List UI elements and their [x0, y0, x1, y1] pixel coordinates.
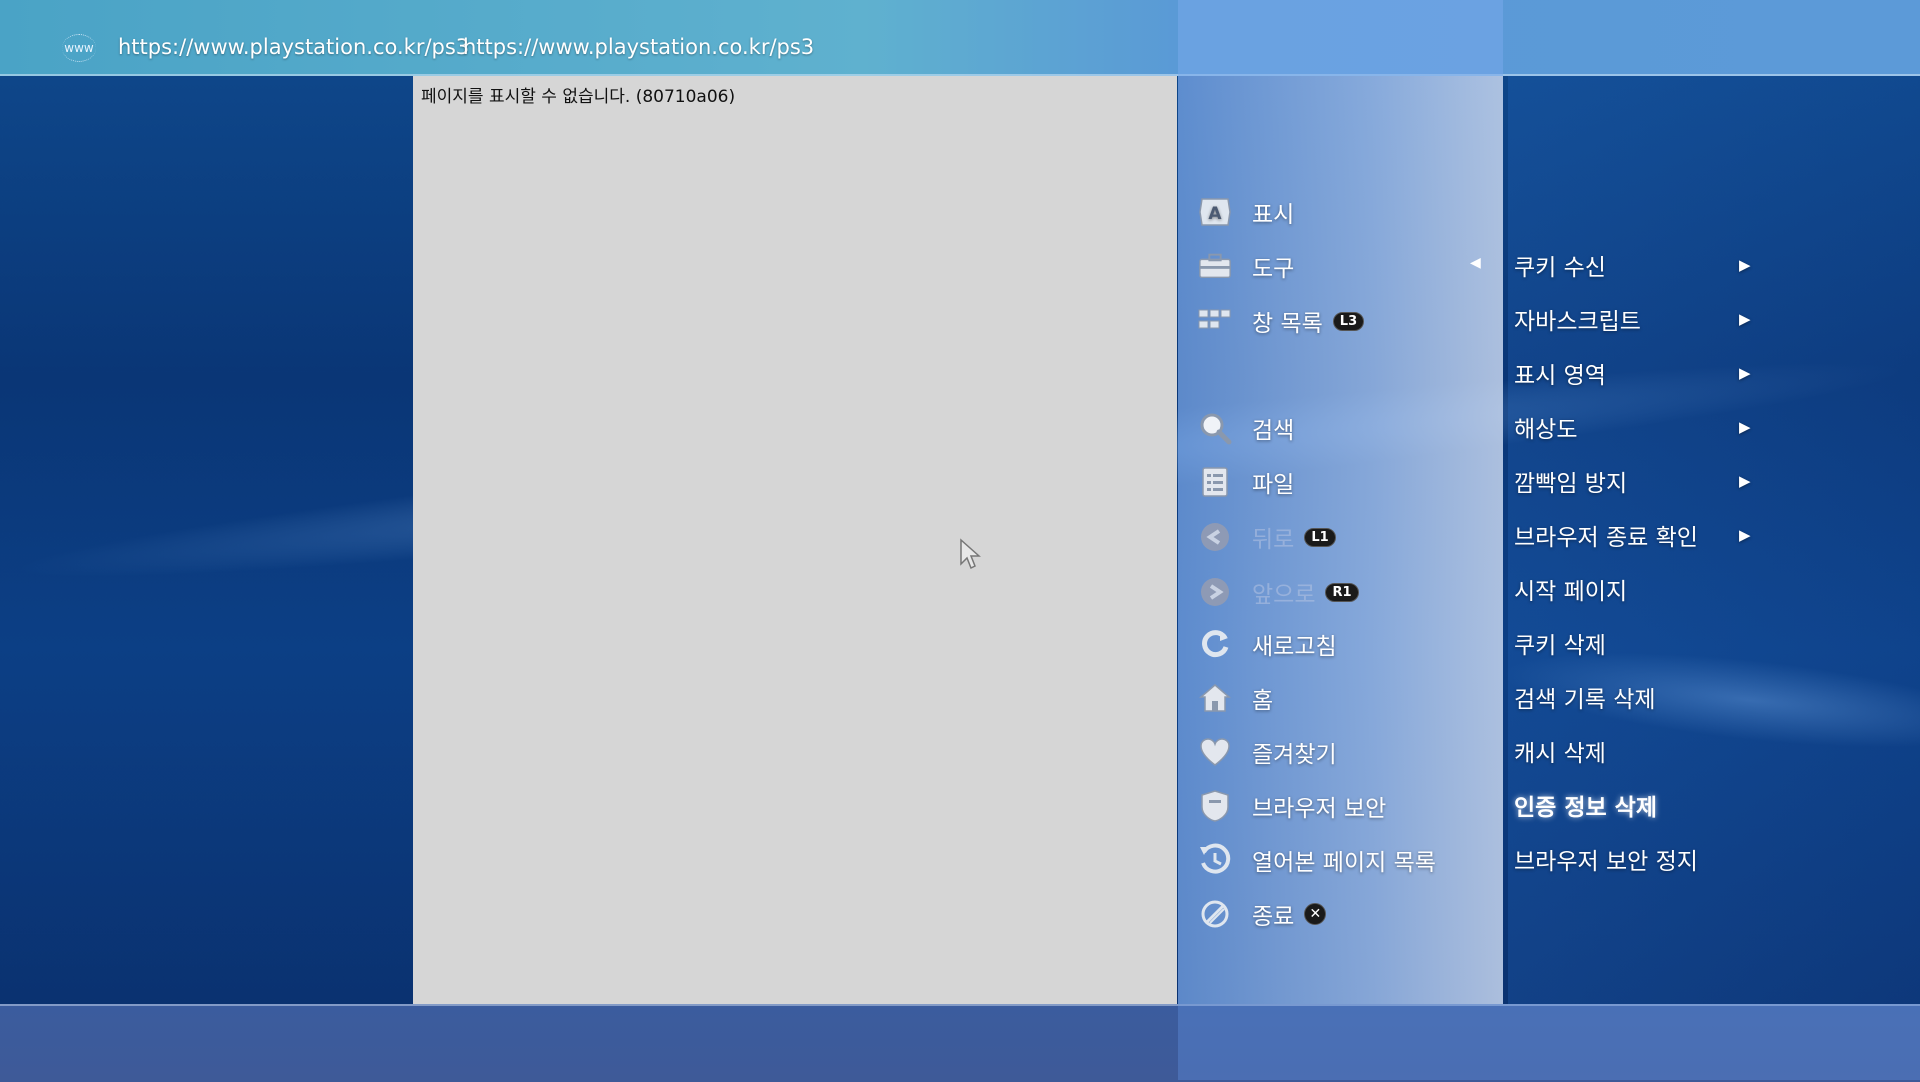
submenu-item-label: 검색 기록 삭제 [1514, 687, 1656, 713]
menu-item-label: 도구 [1252, 256, 1295, 282]
menu-item-refresh[interactable]: 새로고침 [1198, 624, 1337, 664]
history-icon [1198, 843, 1232, 877]
svg-text:A: A [1208, 204, 1222, 224]
page-content[interactable]: 페이지를 표시할 수 없습니다. (80710a06) [413, 76, 1177, 1004]
home-icon [1198, 681, 1232, 715]
submenu-item-label: 브라우저 보안 정지 [1514, 849, 1698, 875]
menu-item-label: 새로고침 [1252, 634, 1337, 660]
submenu-arrow-icon: ▶ [1739, 310, 1751, 328]
submenu-item-label: 브라우저 종료 확인 [1514, 525, 1698, 551]
menu-item-favorites[interactable]: 즐겨찾기 [1198, 732, 1337, 772]
menu-item-file[interactable]: 파일 [1198, 462, 1294, 502]
menu-item-exit[interactable]: 종료 ✕ [1198, 894, 1327, 934]
menu-item-label: 앞으로 [1252, 582, 1316, 608]
error-message: 페이지를 표시할 수 없습니다. (80710a06) [421, 87, 736, 107]
display-a-icon: A [1198, 195, 1232, 229]
forward-icon [1198, 575, 1232, 609]
submenu-item-flicker-reduction[interactable]: 깜빡임 방지 ▶ [1514, 461, 1764, 501]
search-icon [1198, 411, 1232, 445]
www-icon: www [62, 34, 96, 62]
page-url[interactable]: https://www.playstation.co.kr/ps3 [463, 35, 814, 59]
submenu-item-delete-cookies[interactable]: 쿠키 삭제 [1514, 623, 1764, 663]
submenu-arrow-icon: ▶ [1739, 526, 1751, 544]
menu-item-label: 홈 [1252, 688, 1274, 714]
menu-item-label: 파일 [1252, 472, 1295, 498]
menu-item-history[interactable]: 열어본 페이지 목록 [1198, 840, 1436, 880]
menu-item-label: 열어본 페이지 목록 [1252, 850, 1436, 876]
l3-button-badge: L3 [1332, 311, 1365, 331]
menu-header-shade [1178, 0, 1503, 76]
menu-item-back: 뒤로 L1 [1198, 517, 1336, 557]
menu-item-search[interactable]: 검색 [1198, 408, 1294, 448]
menu-item-forward: 앞으로 R1 [1198, 572, 1359, 612]
menu-item-label: 검색 [1252, 418, 1295, 444]
menu-item-label: 뒤로 [1252, 527, 1295, 553]
submenu-item-display-area[interactable]: 표시 영역 ▶ [1514, 353, 1764, 393]
file-icon [1198, 465, 1232, 499]
menu-item-label: 창 목록 [1252, 311, 1323, 337]
back-icon [1198, 520, 1232, 554]
cross-button-badge: ✕ [1304, 903, 1327, 925]
submenu-item-label: 깜빡임 방지 [1514, 471, 1628, 497]
toolbox-icon [1198, 249, 1232, 283]
menu-item-label: 종료 [1252, 904, 1295, 930]
menu-item-label: 브라우저 보안 [1252, 796, 1387, 822]
submenu-open-arrow-icon: ◀ [1470, 255, 1481, 271]
submenu-item-resolution[interactable]: 해상도 ▶ [1514, 407, 1764, 447]
menu-item-browser-security[interactable]: 브라우저 보안 [1198, 786, 1386, 826]
submenu-arrow-icon: ▶ [1739, 364, 1751, 382]
r1-button-badge: R1 [1325, 582, 1359, 602]
submenu-item-exit-confirmation[interactable]: 브라우저 종료 확인 ▶ [1514, 515, 1764, 555]
submenu-item-label: 쿠키 삭제 [1514, 633, 1606, 659]
menu-item-label: 표시 [1252, 202, 1295, 228]
window-list-icon [1198, 304, 1232, 338]
menu-item-window-list[interactable]: 창 목록 L3 [1198, 301, 1365, 341]
submenu-item-label: 표시 영역 [1514, 363, 1606, 389]
pointer-cursor-icon [960, 538, 981, 570]
menu-item-tools[interactable]: 도구 [1198, 246, 1294, 286]
submenu-item-label: 자바스크립트 [1514, 309, 1641, 335]
submenu-item-label: 쿠키 수신 [1514, 255, 1606, 281]
submenu-arrow-icon: ▶ [1739, 418, 1751, 436]
submenu-item-label: 캐시 삭제 [1514, 741, 1606, 767]
menu-item-display[interactable]: A 표시 [1198, 192, 1294, 232]
shield-icon [1198, 789, 1232, 823]
exit-icon [1198, 897, 1232, 931]
submenu-arrow-icon: ▶ [1739, 256, 1751, 274]
heart-icon [1198, 735, 1232, 769]
submenu-item-label: 인증 정보 삭제 [1514, 795, 1657, 821]
submenu-item-cookie-accept[interactable]: 쿠키 수신 ▶ [1514, 245, 1764, 285]
bottom-bar-overlay [1178, 1004, 1920, 1080]
current-url[interactable]: https://www.playstation.co.kr/ps3 [118, 35, 469, 59]
submenu-item-start-page[interactable]: 시작 페이지 [1514, 569, 1764, 609]
submenu-item-javascript[interactable]: 자바스크립트 ▶ [1514, 299, 1764, 339]
submenu-item-label: 시작 페이지 [1514, 579, 1628, 605]
address-bar: www https://www.playstation.co.kr/ps3 ht… [0, 0, 1920, 76]
refresh-icon [1198, 627, 1232, 661]
menu-item-home[interactable]: 홈 [1198, 678, 1273, 718]
submenu-item-stop-browser-security[interactable]: 브라우저 보안 정지 [1514, 839, 1764, 879]
menu-item-label: 즐겨찾기 [1252, 742, 1337, 768]
submenu-item-delete-search-history[interactable]: 검색 기록 삭제 [1514, 677, 1764, 717]
submenu-arrow-icon: ▶ [1739, 472, 1751, 490]
l1-button-badge: L1 [1304, 527, 1336, 547]
submenu-item-delete-cache[interactable]: 캐시 삭제 [1514, 731, 1764, 771]
submenu-item-label: 해상도 [1514, 417, 1578, 443]
submenu-item-delete-auth-info[interactable]: 인증 정보 삭제 [1514, 785, 1764, 825]
